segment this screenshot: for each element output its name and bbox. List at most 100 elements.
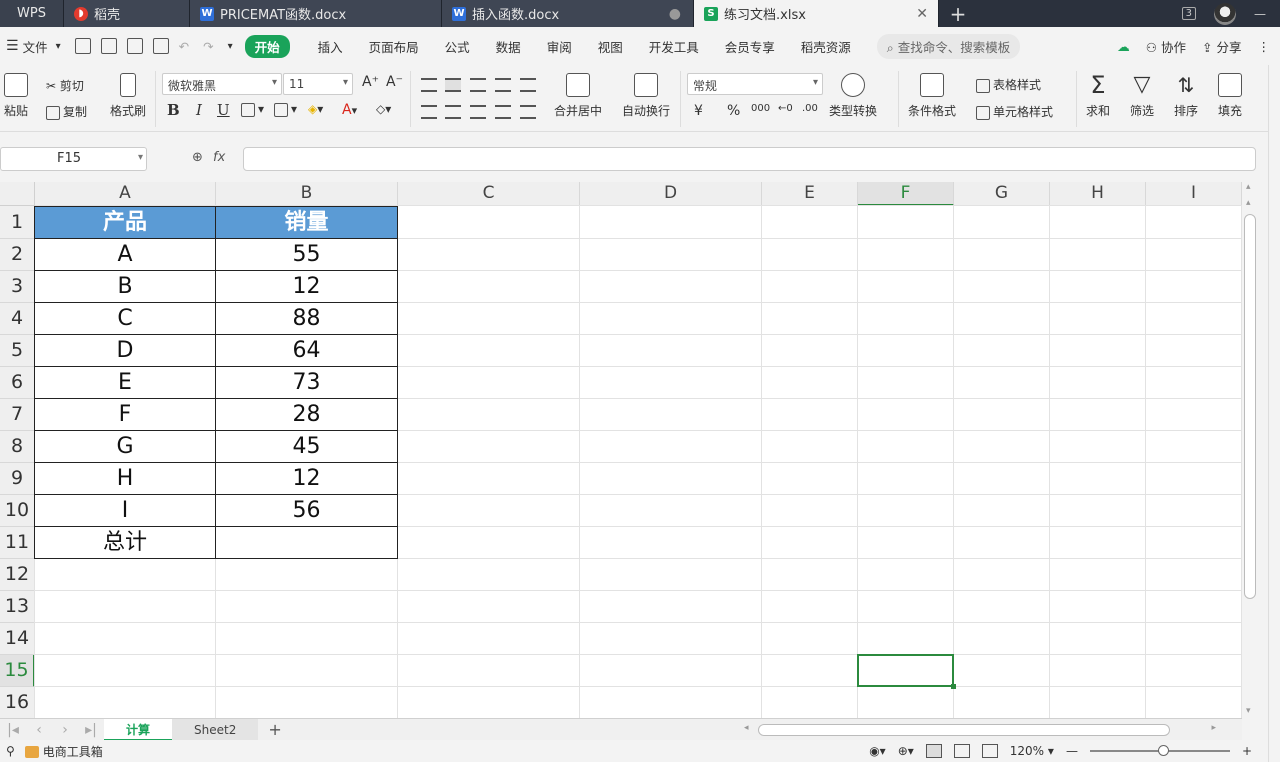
table-cell[interactable]: E — [34, 367, 216, 399]
row-header[interactable]: 1 — [0, 206, 35, 239]
column-header[interactable]: F — [858, 182, 954, 206]
new-tab-button[interactable]: + — [939, 0, 977, 27]
copy-button[interactable]: 复制 — [46, 103, 87, 120]
table-cell[interactable]: G — [34, 431, 216, 463]
file-menu[interactable]: 文件 — [23, 37, 48, 56]
tab-pricemat-doc[interactable]: W PRICEMAT函数.docx — [190, 0, 442, 27]
page-break-view-icon[interactable] — [981, 744, 998, 758]
page-layout-view-icon[interactable] — [953, 744, 970, 758]
horizontal-scrollbar[interactable]: ◂ ▸ — [740, 723, 1220, 737]
table-cell[interactable]: 12 — [216, 463, 398, 495]
column-header[interactable]: C — [398, 182, 580, 206]
decrease-indent-icon[interactable] — [495, 78, 511, 92]
scroll-top-icon[interactable]: ▴ — [1246, 182, 1251, 192]
collab-button[interactable]: ⚇ 协作 — [1146, 37, 1186, 56]
more-options-icon[interactable]: ⋮ — [1258, 39, 1271, 54]
user-avatar[interactable] — [1214, 2, 1236, 25]
tab-insert[interactable]: 插入 — [318, 37, 343, 56]
zoom-slider[interactable] — [1089, 745, 1230, 756]
column-header[interactable]: E — [762, 182, 858, 206]
fill-pattern-icon[interactable]: ▾ — [274, 102, 297, 117]
border-icon[interactable]: ▾ — [241, 102, 264, 117]
table-cell[interactable]: H — [34, 463, 216, 495]
table-cell[interactable]: B — [34, 271, 216, 303]
table-cell[interactable]: A — [34, 239, 216, 271]
scroll-down-icon[interactable]: ▾ — [1246, 706, 1251, 716]
tab-formulas[interactable]: 公式 — [445, 37, 470, 56]
cloud-sync-icon[interactable]: ☁ — [1117, 39, 1130, 54]
macro-record-icon[interactable]: ⚲ — [6, 744, 15, 758]
cut-button[interactable]: ✂ 剪切 — [46, 77, 84, 94]
next-sheet-icon[interactable]: › — [52, 722, 78, 738]
row-header[interactable]: 10 — [0, 495, 35, 527]
font-size-select[interactable]: 11 — [283, 73, 353, 95]
align-right-icon[interactable] — [470, 105, 486, 119]
horizontal-scroll-thumb[interactable] — [758, 724, 1170, 736]
scroll-left-icon[interactable]: ◂ — [744, 723, 749, 733]
merge-center-button[interactable]: 合并居中 — [554, 73, 602, 119]
tab-practice-xlsx[interactable]: S 练习文档.xlsx ✕ — [694, 0, 939, 27]
row-header[interactable]: 16 — [0, 687, 35, 718]
clear-format-icon[interactable]: ◇▾ — [376, 102, 391, 116]
conditional-format-button[interactable]: 条件格式 — [908, 73, 956, 119]
table-header-cell[interactable]: 产品 — [34, 206, 216, 239]
wps-home-tab[interactable]: WPS — [0, 0, 64, 27]
decrease-decimal-icon[interactable]: .00 — [802, 103, 818, 114]
zoom-formula-icon[interactable]: ⊕ — [192, 150, 203, 165]
row-header[interactable]: 5 — [0, 335, 35, 367]
sheet-tab-calc[interactable]: 计算 — [104, 718, 173, 741]
vertical-scrollbar[interactable]: ▴ ▴ ▾ — [1242, 182, 1258, 718]
sort-button[interactable]: ⇅ 排序 — [1174, 73, 1198, 119]
tab-daoke-resources[interactable]: 稻壳资源 — [801, 37, 851, 56]
type-convert-button[interactable]: 类型转换 — [829, 73, 877, 119]
align-left-icon[interactable] — [421, 105, 437, 119]
hamburger-icon[interactable]: ☰ — [6, 38, 19, 54]
row-header[interactable]: 11 — [0, 527, 35, 559]
number-format-select[interactable]: 常规 — [687, 73, 823, 95]
table-cell[interactable]: I — [34, 495, 216, 527]
wrap-text-button[interactable]: 自动换行 — [622, 73, 670, 119]
fill-color-icon[interactable]: ◈▾ — [308, 102, 323, 116]
scroll-right-icon[interactable]: ▸ — [1211, 723, 1216, 733]
table-cell[interactable]: D — [34, 335, 216, 367]
table-header-cell[interactable]: 销量 — [216, 206, 398, 239]
format-painter-button[interactable]: 格式刷 — [110, 73, 146, 119]
fill-button[interactable]: 填充 — [1218, 73, 1242, 119]
prev-sheet-icon[interactable]: ‹ — [26, 722, 52, 738]
table-cell[interactable]: 总计 — [34, 527, 216, 559]
tab-home[interactable]: 开始 — [244, 34, 290, 58]
align-top-icon[interactable] — [421, 78, 437, 92]
font-color-icon[interactable]: A▾ — [342, 102, 357, 118]
tab-insert-function-doc[interactable]: W 插入函数.docx ● — [442, 0, 694, 27]
zoom-in-icon[interactable]: + — [1242, 744, 1252, 758]
font-name-select[interactable]: 微软雅黑 — [162, 73, 282, 95]
cell-style-button[interactable]: 单元格样式 — [976, 103, 1053, 120]
add-sheet-button[interactable]: + — [258, 720, 291, 739]
row-header[interactable]: 13 — [0, 591, 35, 623]
scroll-up-icon[interactable]: ▴ — [1246, 198, 1251, 208]
active-cell-selection[interactable] — [857, 654, 956, 689]
row-header[interactable]: 9 — [0, 463, 35, 495]
side-panel-strip[interactable] — [1268, 65, 1280, 762]
table-cell[interactable]: 55 — [216, 239, 398, 271]
command-search-input[interactable]: ⌕ 查找命令、搜索模板 — [876, 33, 1021, 59]
name-box[interactable]: F15 — [0, 147, 147, 171]
minimize-icon[interactable]: — — [1254, 7, 1266, 21]
column-header[interactable]: B — [216, 182, 398, 206]
row-header[interactable]: 8 — [0, 431, 35, 463]
align-middle-icon[interactable] — [445, 78, 461, 92]
table-cell[interactable]: 56 — [216, 495, 398, 527]
print-icon[interactable] — [126, 38, 143, 54]
table-cell[interactable]: 45 — [216, 431, 398, 463]
close-tab-icon[interactable]: ✕ — [916, 6, 928, 22]
zoom-out-icon[interactable]: — — [1066, 744, 1078, 758]
column-header[interactable]: I — [1146, 182, 1242, 206]
table-cell[interactable]: 12 — [216, 271, 398, 303]
tab-developer[interactable]: 开发工具 — [649, 37, 699, 56]
row-header[interactable]: 6 — [0, 367, 35, 399]
zoom-level-select[interactable]: 120% ▾ — [1010, 744, 1054, 758]
save-icon[interactable] — [74, 38, 91, 54]
underline-button[interactable]: U — [217, 101, 230, 119]
table-cell[interactable]: 73 — [216, 367, 398, 399]
justify-icon[interactable] — [495, 105, 511, 119]
